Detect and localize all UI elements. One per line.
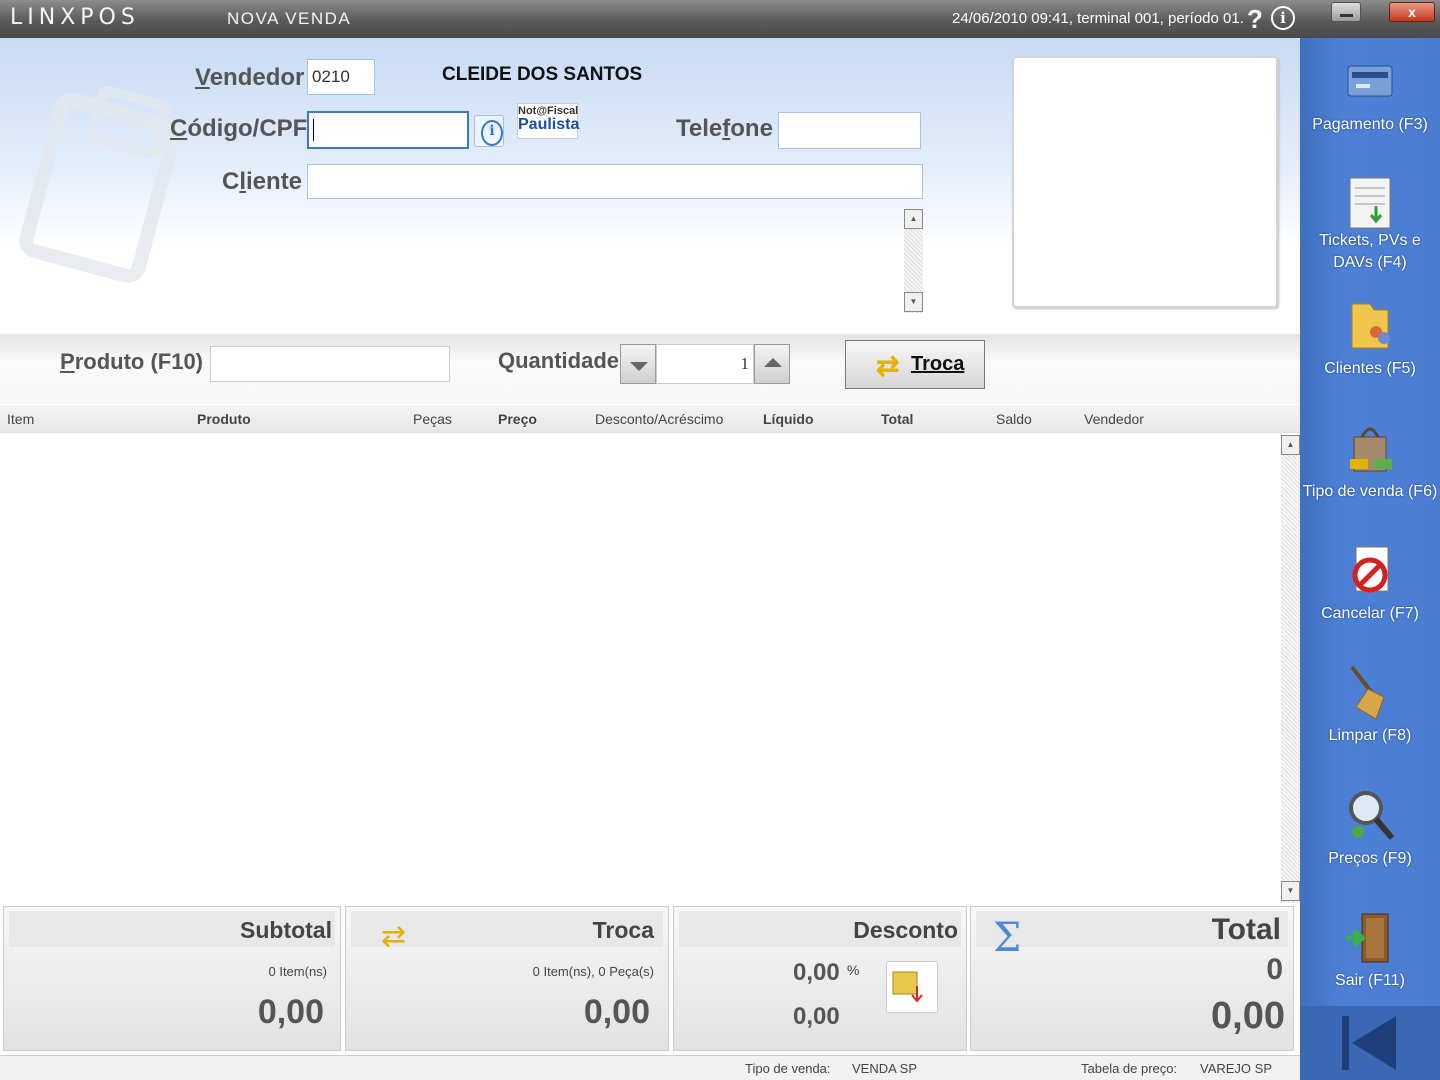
sidebar-item-cancelar[interactable]: Cancelar (F7) — [1300, 533, 1440, 653]
exchange-arrows-icon: ⇄ — [876, 350, 900, 381]
tabela-preco-label: Tabela de preço: — [1081, 1061, 1178, 1076]
produto-label: Produto (F10) — [60, 349, 204, 374]
produto-input[interactable] — [210, 346, 450, 382]
sidebar-item-tickets[interactable]: Tickets, PVs e DAVs (F4) — [1300, 166, 1440, 286]
vendedor-input[interactable]: 0210 — [307, 59, 375, 95]
total-count: 0 — [1266, 953, 1283, 986]
subtotal-title: Subtotal — [240, 917, 332, 943]
skip-back-icon[interactable] — [1340, 1014, 1400, 1072]
troca-title: Troca — [592, 917, 654, 943]
total-title: Total — [1211, 913, 1281, 946]
column-item[interactable]: Item — [7, 411, 34, 427]
column-produto[interactable]: Produto — [197, 411, 251, 427]
troca-items: 0 Item(ns), 0 Peça(s) — [532, 964, 654, 979]
items-grid[interactable] — [0, 433, 1300, 905]
clients-folder-icon — [1351, 303, 1390, 349]
quantity-decrease-button[interactable] — [620, 344, 656, 384]
troca-card: ⇄ Troca 0 Item(ns), 0 Peça(s) 0,00 — [345, 906, 669, 1051]
column-preco[interactable]: Preço — [498, 411, 537, 427]
text-caret — [313, 119, 314, 141]
payment-icon — [1347, 65, 1393, 97]
total-card: Σ Total 0 0,00 — [970, 906, 1294, 1051]
items-grid-header: Item Produto Peças Preço Desconto/Acrésc… — [0, 405, 1300, 433]
desconto-value: 0,00 — [793, 1003, 840, 1030]
quantidade-label: Quantidade — [498, 348, 620, 373]
desconto-card: Desconto 0,00 % 0,00 — [673, 906, 967, 1051]
action-sidebar: Pagamento (F3) Tickets, PVs e DAVs (F4) … — [1300, 38, 1440, 1080]
customer-photo-box — [1012, 56, 1278, 308]
nota-fiscal-paulista-logo[interactable]: Not@Fiscal Paulista — [517, 103, 580, 139]
subtotal-items: 0 Item(ns) — [268, 964, 327, 979]
column-pecas[interactable]: Peças — [413, 411, 452, 427]
sidebar-item-precos[interactable]: Preços (F9) — [1300, 778, 1440, 898]
codigo-cpf-label: Código/CPF — [170, 115, 308, 142]
column-desconto-acrescimo[interactable]: Desconto/Acréscimo — [595, 411, 723, 427]
discount-tag-icon — [892, 971, 923, 1003]
column-total[interactable]: Total — [881, 411, 913, 427]
discount-button[interactable] — [886, 961, 938, 1013]
tipo-venda-label: Tipo de venda: — [745, 1061, 831, 1076]
session-status: 24/06/2010 09:41, terminal 001, período … — [952, 10, 1244, 27]
grid-scroll-up-button[interactable]: ▲ — [1281, 435, 1300, 455]
nfp-bottom-text: Paulista — [518, 116, 580, 133]
vendedor-label: Vendedor — [195, 64, 305, 91]
quantity-increase-button[interactable] — [754, 344, 790, 384]
sidebar-item-sair[interactable]: Sair (F11) — [1300, 900, 1440, 1020]
help-icon[interactable]: ? — [1247, 4, 1263, 35]
column-saldo[interactable]: Saldo — [996, 411, 1032, 427]
status-bar: Tipo de venda: VENDA SP Tabela de preço:… — [0, 1055, 1300, 1080]
window-title: Nova venda — [227, 9, 352, 28]
telefone-input[interactable] — [778, 112, 921, 149]
grid-scroll-down-button[interactable]: ▼ — [1281, 881, 1300, 901]
scroll-up-button[interactable]: ▲ — [904, 209, 923, 229]
desconto-percent: 0,00 — [793, 959, 840, 986]
desconto-title: Desconto — [853, 917, 958, 943]
broom-icon — [1350, 665, 1385, 720]
tipo-venda-value: VENDA SP — [852, 1061, 918, 1076]
percent-sign: % — [847, 962, 860, 978]
subtotal-card: Subtotal 0 Item(ns) 0,00 — [3, 906, 341, 1051]
clipboard-watermark-icon — [15, 89, 185, 287]
troca-value: 0,00 — [583, 993, 650, 1031]
info-icon[interactable]: i — [1271, 6, 1295, 30]
cancel-icon — [1352, 546, 1389, 593]
app-logo: LINXPOS — [10, 5, 140, 30]
shopping-bag-icon — [1350, 427, 1392, 472]
items-grid-scrollbar[interactable]: ▲ ▼ — [1281, 435, 1300, 903]
column-vendedor[interactable]: Vendedor — [1084, 411, 1144, 427]
sidebar-item-pagamento[interactable]: Pagamento (F3) — [1300, 44, 1440, 164]
subtotal-value: 0,00 — [257, 993, 324, 1031]
tickets-icon — [1349, 177, 1391, 229]
troca-button[interactable]: ⇄ Troca — [845, 340, 985, 389]
cliente-input[interactable] — [307, 164, 923, 199]
scroll-down-button[interactable]: ▼ — [904, 292, 923, 312]
total-value: 0,00 — [1211, 995, 1285, 1037]
sidebar-item-clientes[interactable]: Clientes (F5) — [1300, 288, 1440, 408]
title-bar: LINXPOS Nova venda 24/06/2010 09:41, ter… — [0, 0, 1440, 38]
telefone-label: Telefone — [676, 115, 773, 142]
close-button[interactable]: x — [1389, 2, 1435, 22]
exchange-icon: ⇄ — [381, 920, 407, 953]
codigo-cpf-input[interactable] — [307, 111, 469, 149]
troca-button-label: Troca — [911, 353, 965, 375]
sidebar-item-tipo-venda[interactable]: Tipo de venda (F6) — [1300, 411, 1440, 531]
exit-door-icon — [1346, 913, 1389, 963]
sidebar-item-limpar[interactable]: Limpar (F8) — [1300, 655, 1440, 775]
tabela-preco-value: VAREJO SP — [1200, 1061, 1273, 1076]
magnifier-icon — [1349, 791, 1395, 840]
quantity-input[interactable]: 1 — [656, 344, 754, 384]
customer-notes-scrollbar[interactable]: ▲ ▼ — [904, 209, 923, 313]
sigma-icon: Σ — [993, 915, 1022, 961]
minimize-button[interactable] — [1331, 2, 1361, 22]
cliente-label: Cliente — [222, 168, 303, 195]
info-button-icon[interactable] — [474, 115, 504, 147]
column-liquido[interactable]: Líquido — [763, 411, 814, 427]
vendedor-name: CLEIDE DOS SANTOS — [442, 64, 643, 85]
